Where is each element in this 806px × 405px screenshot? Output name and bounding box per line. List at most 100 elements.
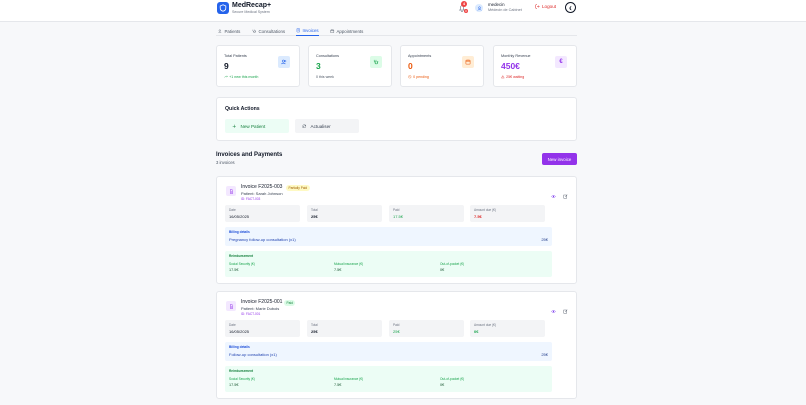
info-label: Amount due (€) (474, 323, 496, 327)
billing-label: Billing details (229, 345, 250, 349)
paid-box: Paid 17.5€ (389, 205, 464, 222)
edit-invoice-button[interactable] (563, 186, 568, 199)
calendar-icon (330, 29, 335, 33)
stat-card-total-patients: Total Patients 9 +1 new this month (216, 45, 300, 87)
reimb-value: 7.5€ (334, 383, 342, 387)
stat-value: 3 (316, 61, 321, 71)
view-invoice-button[interactable] (551, 186, 556, 198)
paid-box: Paid 25€ (389, 320, 464, 337)
logout-label: Logout (542, 4, 557, 9)
moon-icon (569, 5, 572, 10)
reimb-value: 17.5€ (229, 268, 239, 272)
info-value: 25€ (393, 329, 400, 334)
view-invoice-button[interactable] (551, 301, 556, 313)
stat-card-appointments: Appointments 0 0 pending (400, 45, 484, 87)
total-box: Total 25€ (307, 320, 382, 337)
mutual-insurance-col: Mutual insurance (€) 7.5€ (334, 262, 363, 272)
new-patient-button[interactable]: New Patient (225, 119, 289, 133)
invoice-title: Invoice F2025-001 (241, 299, 283, 305)
out-of-pocket-col: Out-of-pocket (€) 0€ (440, 377, 464, 387)
invoice-card: Invoice F2025-001 Patient: Marie Dubois … (216, 291, 577, 399)
stat-sub-text: 25€ waiting (506, 75, 525, 79)
tab-invoices[interactable]: Invoices (296, 26, 319, 36)
theme-toggle-button[interactable] (565, 2, 576, 13)
alert-icon (501, 75, 505, 79)
info-label: Total (311, 208, 318, 212)
invoice-id: ID: FACT-001 (241, 311, 261, 316)
reimb-value: 17.5€ (229, 383, 239, 387)
tab-consultations[interactable]: Consultations (252, 26, 285, 36)
reimb-key: Mutual insurance (€) (334, 262, 364, 266)
reimb-value: 0€ (440, 383, 445, 387)
info-value: 16/05/2025 (229, 329, 250, 334)
billing-description: Pregnancy follow-up consultation (x1) (229, 237, 296, 242)
app-header: MedRecap+ Secure Medical System 4 0 mede… (0, 0, 806, 22)
amount-due-box: Amount due (€) 7.5€ (470, 205, 545, 222)
plus-icon (232, 124, 236, 128)
social-security-col: Social Security (€) 17.5€ (229, 377, 255, 387)
edit-invoice-button[interactable] (563, 301, 568, 314)
reimbursement-label: Reimbursement (229, 254, 254, 258)
user-name: medecin (488, 2, 505, 7)
tab-label: Consultations (258, 28, 286, 34)
reimbursement-box: Reimbursement Social Security (€) 17.5€ … (225, 366, 552, 392)
out-of-pocket-col: Out-of-pocket (€) 0€ (440, 262, 464, 272)
info-label: Paid (393, 208, 400, 212)
tab-label: Appointments (336, 28, 364, 34)
app-subtitle: Secure Medical System (232, 10, 270, 14)
stethoscope-icon (252, 29, 256, 33)
stat-card-consultations: Consultations 3 0 this week (308, 45, 392, 87)
invoice-patient: Patient: Sarah Johnson (241, 190, 283, 196)
euro-icon: € (555, 56, 567, 68)
calendar-icon (462, 56, 474, 68)
billing-description: Follow-up consultation (x1) (229, 352, 277, 357)
tab-label: Invoices (302, 28, 319, 33)
stat-value: 0 (408, 61, 413, 71)
invoice-card: Invoice F2025-003 Patient: Sarah Johnson… (216, 176, 577, 284)
tab-appointments[interactable]: Appointments (330, 26, 363, 36)
edit-icon (563, 194, 568, 199)
stat-sub: +1 new this month (224, 75, 258, 79)
tab-patients[interactable]: Patients (218, 26, 240, 36)
stat-sub-text: +1 new this month (229, 75, 259, 79)
trend-up-icon (224, 76, 228, 78)
stat-label: Appointments (408, 54, 432, 58)
info-label: Paid (393, 323, 400, 327)
tab-label: Patients (224, 28, 241, 34)
logout-button[interactable]: Logout (535, 4, 556, 9)
reimb-key: Out-of-pocket (€) (440, 262, 465, 266)
reimb-value: 0€ (440, 268, 445, 272)
reimb-key: Social Security (€) (229, 262, 255, 266)
stat-value: 450€ (501, 61, 520, 71)
stat-sub-text: 0 this week (316, 75, 334, 79)
reimbursement-box: Reimbursement Social Security (€) 17.5€ … (225, 251, 552, 277)
invoice-icon (296, 28, 300, 33)
stat-label: Monthly Revenue (501, 54, 531, 58)
info-value: 0€ (474, 329, 479, 334)
billing-details: Billing details Follow-up consultation (… (225, 342, 552, 361)
invoice-id: ID: FACT-003 (241, 196, 261, 201)
info-value: 25€ (311, 329, 318, 334)
user-role: Médecin de Cabinet (488, 8, 522, 12)
info-label: Date (229, 208, 236, 212)
invoice-patient: Patient: Marie Dubois (241, 305, 280, 311)
info-value: 16/05/2025 (229, 214, 250, 219)
section-title: Invoices and Payments (216, 152, 283, 158)
stat-card-monthly-revenue: Monthly Revenue 450€ 25€ waiting € (493, 45, 577, 87)
new-patient-label: New Patient (240, 123, 266, 129)
clock-icon (408, 75, 412, 79)
logout-icon (535, 4, 540, 9)
status-badge: Partially Paid (286, 185, 310, 191)
social-security-col: Social Security (€) 17.5€ (229, 262, 255, 272)
info-label: Amount due (€) (474, 208, 496, 212)
stat-sub: 0 this week (316, 75, 334, 79)
billing-amount: 25€ (541, 352, 548, 357)
reimbursement-label: Reimbursement (229, 369, 254, 373)
avatar[interactable] (475, 4, 483, 12)
shield-icon (217, 2, 229, 14)
quick-actions-title: Quick Actions (225, 106, 260, 112)
notification-badge: 4 (461, 1, 467, 7)
document-icon (226, 186, 236, 196)
new-invoice-button[interactable]: New invoice (542, 153, 577, 165)
refresh-button[interactable]: Actualiser (295, 119, 359, 133)
